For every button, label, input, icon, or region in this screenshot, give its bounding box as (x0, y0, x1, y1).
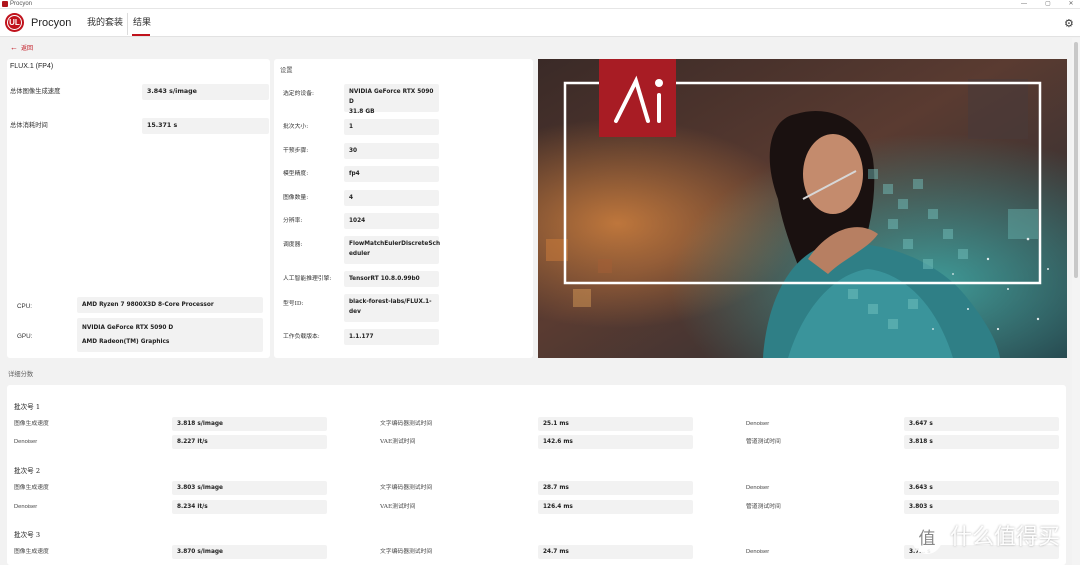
settings-value-line: FlowMatchEulerDiscreteSch (349, 241, 441, 247)
detail-value: 24.7 ms (538, 545, 693, 559)
detail-label: 管道测试时间 (746, 504, 781, 510)
detail-value: 8.227 it/s (172, 435, 327, 449)
gpu-label: GPU: (17, 333, 33, 340)
overall-speed-value: 3.843 s/image (142, 84, 269, 100)
settings-label: 分辨率: (283, 218, 303, 224)
detail-label: 文字编码器测试时间 (380, 421, 433, 427)
detail-label: Denoiser (14, 504, 38, 510)
overall-time-value: 15.371 s (142, 118, 269, 134)
watermark-text: 什么值得买 (950, 525, 1061, 550)
detail-value: 3.643 s (904, 481, 1059, 495)
settings-value: black-forest-labs/FLUX.1- dev (344, 294, 439, 322)
detail-label: 文字编码器测试时间 (380, 549, 433, 555)
app-header: UL Procyon 我的套装 结果 ⚙ (0, 9, 1080, 37)
detail-value: 3.870 s/image (172, 545, 327, 559)
gpu-primary: NVIDIA GeForce RTX 5090 D (82, 325, 174, 331)
settings-value-line: eduler (349, 251, 370, 257)
back-link[interactable]: ← 返回 (10, 44, 33, 53)
detail-label: Denoiser (746, 421, 770, 427)
nav-divider (127, 13, 128, 35)
settings-value-line: black-forest-labs/FLUX.1- (349, 299, 432, 305)
settings-label: 批次大小: (283, 124, 309, 130)
settings-value-line: dev (349, 309, 361, 315)
settings-value: 30 (344, 143, 439, 159)
overall-time-label: 总体消耗时间 (10, 122, 48, 129)
detail-value: 3.803 s/image (172, 481, 327, 495)
detail-label: 图像生成速度 (14, 421, 49, 427)
active-tab-indicator (132, 34, 150, 36)
settings-value: fp4 (344, 166, 439, 182)
settings-value: 4 (344, 190, 439, 206)
hero-illustration (538, 59, 1067, 358)
settings-value: NVIDIA GeForce RTX 5090 D 31.8 GB (344, 84, 439, 115)
detail-label: 管道测试时间 (746, 439, 781, 445)
settings-label: 干预步骤: (283, 148, 309, 154)
settings-label: 人工智能推理引擎: (283, 276, 332, 282)
settings-label: 选定的设备: (283, 91, 314, 97)
window-titlebar: Procyon — ▢ ✕ (0, 0, 1080, 9)
detail-label: Denoiser (14, 439, 38, 445)
settings-value-line: 31.8 GB (349, 109, 375, 115)
settings-label: 图像数量: (283, 195, 309, 201)
settings-label: 工作负载版本: (283, 334, 320, 340)
batch-title: 批次号 3 (14, 531, 41, 539)
gpu-value: NVIDIA GeForce RTX 5090 D AMD Radeon(TM)… (77, 318, 263, 352)
close-button[interactable]: ✕ (1064, 0, 1078, 9)
settings-title: 设置 (280, 67, 293, 74)
cpu-value: AMD Ryzen 7 9800X3D 8-Core Processor (77, 297, 263, 313)
detail-value: 3.818 s/image (172, 417, 327, 431)
detail-label: 图像生成速度 (14, 549, 49, 555)
detail-label: Denoiser (746, 549, 770, 555)
app-icon (2, 1, 8, 7)
detail-label: 文字编码器测试时间 (380, 485, 433, 491)
settings-label: 型号ID: (283, 301, 304, 307)
batch-title: 批次号 2 (14, 467, 41, 475)
batch-title: 批次号 1 (14, 403, 41, 411)
detail-value: 25.1 ms (538, 417, 693, 431)
scrollbar-thumb[interactable] (1074, 42, 1078, 278)
tab-results[interactable]: 结果 (133, 15, 151, 31)
settings-label: 模型精度: (283, 171, 309, 177)
detail-label: VAE测试时间 (380, 439, 416, 445)
detail-value: 3.647 s (904, 417, 1059, 431)
settings-value: 1 (344, 119, 439, 135)
settings-value: 1024 (344, 213, 439, 229)
detail-value: 126.4 ms (538, 500, 693, 514)
gear-icon[interactable]: ⚙ (1064, 17, 1074, 31)
detail-label: 图像生成速度 (14, 485, 49, 491)
summary-card: FLUX.1 (FP4) 总体图像生成速度 3.843 s/image 总体消耗… (7, 59, 270, 358)
back-label: 返回 (21, 46, 34, 52)
detail-value: 28.7 ms (538, 481, 693, 495)
settings-value: FlowMatchEulerDiscreteSch eduler (344, 236, 441, 264)
window-title: Procyon (10, 1, 33, 7)
gpu-secondary: AMD Radeon(TM) Graphics (82, 339, 170, 345)
overall-speed-label: 总体图像生成速度 (10, 88, 61, 95)
cpu-label: CPU: (17, 303, 33, 310)
detail-label: Denoiser (746, 485, 770, 491)
detail-value: 8.234 it/s (172, 500, 327, 514)
workload-hero-image (538, 59, 1067, 358)
settings-value: TensorRT 10.8.0.99b0 (344, 271, 439, 287)
detail-label: VAE测试时间 (380, 504, 416, 510)
settings-label: 调度器: (283, 242, 303, 248)
minimize-button[interactable]: — (1017, 0, 1031, 9)
maximize-button[interactable]: ▢ (1041, 0, 1055, 9)
detail-value: 3.803 s (904, 500, 1059, 514)
workload-title: FLUX.1 (FP4) (10, 63, 54, 70)
ul-logo: UL (5, 13, 24, 32)
detail-value: 3.818 s (904, 435, 1059, 449)
settings-card: 设置 选定的设备: NVIDIA GeForce RTX 5090 D 31.8… (274, 59, 533, 358)
details-card: 批次号 1 图像生成速度 3.818 s/image 文字编码器测试时间 25.… (7, 385, 1066, 565)
settings-value-line: NVIDIA GeForce RTX 5090 D (349, 89, 434, 105)
app-name: Procyon (31, 17, 72, 29)
settings-value: 1.1.177 (344, 329, 439, 345)
tab-my-suites[interactable]: 我的套装 (87, 15, 123, 31)
detail-value: 142.6 ms (538, 435, 693, 449)
watermark-badge: 值 (912, 524, 942, 554)
details-title: 详细分数 (8, 371, 34, 378)
arrow-left-icon: ← (10, 43, 18, 52)
